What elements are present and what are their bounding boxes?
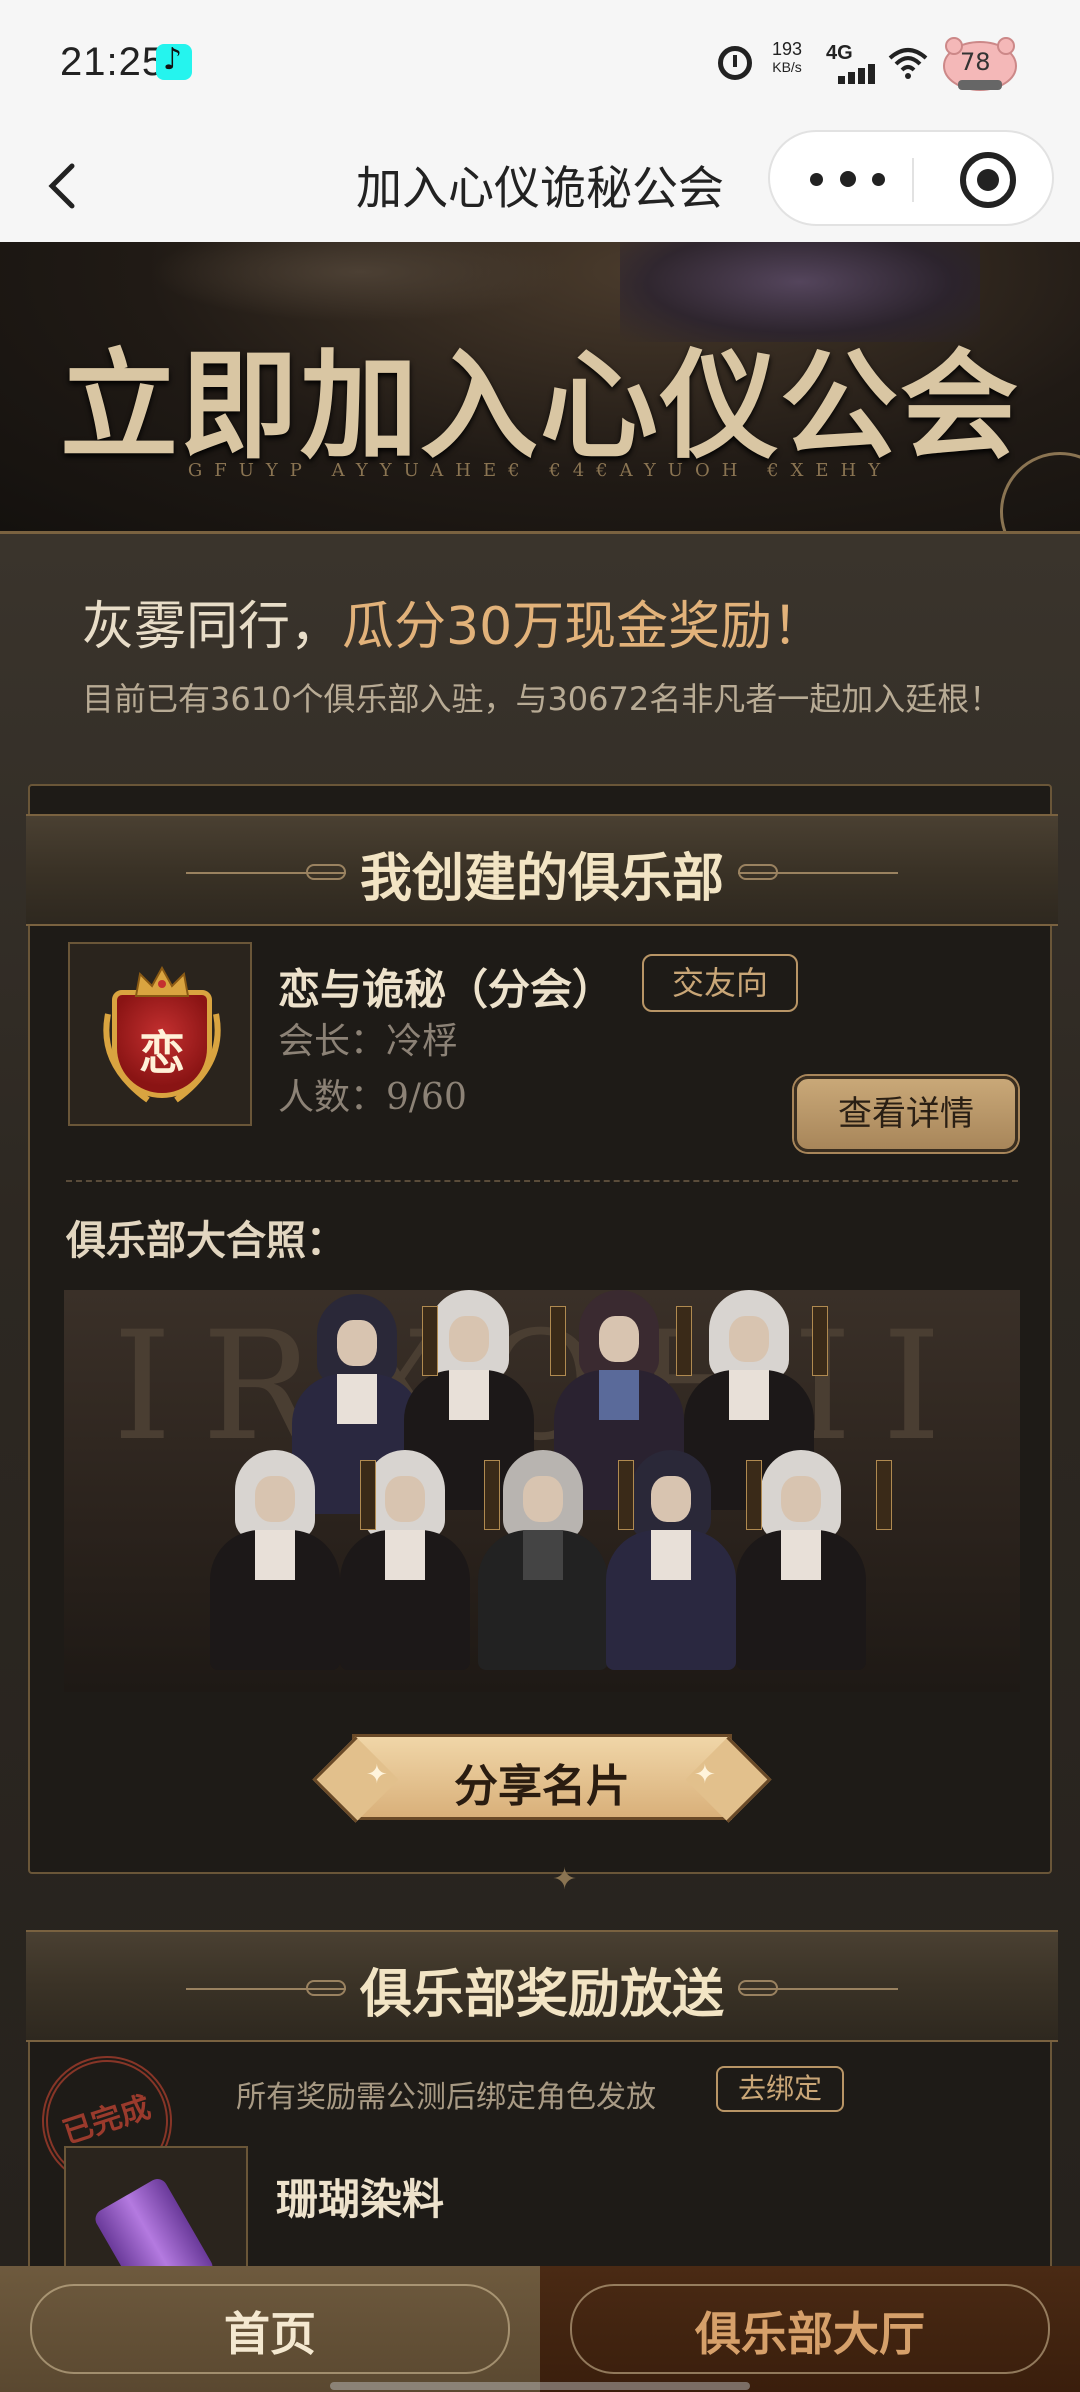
network-speed-unit: KB/s <box>772 59 802 75</box>
club-badge: 恋 <box>68 942 252 1126</box>
tab-club-hall-label: 俱乐部大厅 <box>695 2307 925 2361</box>
club-name: 恋与诡秘（分会） <box>278 965 615 1014</box>
header-deco-line <box>738 872 898 874</box>
divider <box>66 1180 1018 1182</box>
slogan-prefix: 灰雾同行， <box>82 597 343 657</box>
bottom-tab-bar: 首页 俱乐部大厅 <box>0 2266 1080 2392</box>
slogan: 灰雾同行，瓜分30万现金奖励！ <box>82 584 824 659</box>
alarm-icon <box>718 46 752 80</box>
more-icon[interactable] <box>810 170 890 190</box>
name-tag <box>484 1460 500 1530</box>
club-shield: 恋 <box>112 990 212 1098</box>
view-details-button[interactable]: 查看详情 <box>794 1076 1018 1152</box>
share-card-label: 分享名片 <box>454 1761 630 1812</box>
tab-club-hall[interactable]: 俱乐部大厅 <box>540 2266 1080 2392</box>
name-tag <box>676 1306 692 1376</box>
network-speed-value: 193 <box>772 39 803 59</box>
mini-program-capsule <box>768 130 1054 226</box>
name-tag <box>360 1460 376 1530</box>
name-tag <box>876 1460 892 1530</box>
name-tag <box>422 1306 438 1376</box>
network-speed: 193 KB/s <box>772 38 802 74</box>
character <box>210 1450 340 1670</box>
close-target-icon[interactable] <box>960 152 1016 208</box>
stats-line: 目前已有3610个俱乐部入驻，与30672名非凡者一起加入廷根！ <box>82 680 1002 718</box>
tab-home-label: 首页 <box>224 2307 316 2361</box>
hero-title: 立即加入心仪公会 <box>59 336 1020 475</box>
name-tag <box>550 1306 566 1376</box>
slogan-highlight: 瓜分30万现金奖励！ <box>342 597 825 657</box>
battery-level: 78 <box>960 48 991 76</box>
home-indicator[interactable] <box>330 2382 750 2390</box>
my-club-header: 我创建的俱乐部 <box>26 814 1058 926</box>
tiktok-icon <box>156 42 192 80</box>
name-tag <box>746 1460 762 1530</box>
share-card-button[interactable]: ✦ ✦ 分享名片 <box>332 1734 752 1820</box>
nav-bar: 加入心仪诡秘公会 <box>0 130 1080 242</box>
my-club-title: 我创建的俱乐部 <box>359 849 724 909</box>
name-tag <box>618 1460 634 1530</box>
bind-role-button[interactable]: 去绑定 <box>716 2066 844 2112</box>
status-time: 21:25 <box>60 40 166 84</box>
badge-char: 恋 <box>139 1026 185 1080</box>
status-bar: 21:25 193 KB/s 4G 78 <box>0 0 1080 130</box>
wifi-icon <box>888 48 928 79</box>
capsule-divider <box>912 158 914 202</box>
group-photo: IRXOHII <box>64 1290 1020 1692</box>
battery-icon: 78 <box>940 34 1020 94</box>
group-photo-label: 俱乐部大合照： <box>66 1218 346 1264</box>
header-deco-line <box>738 1988 898 1990</box>
rewards-header: 俱乐部奖励放送 <box>26 1930 1058 2042</box>
my-club-card: 我创建的俱乐部 恋 恋与诡秘（分会） 交友向 会长：冷桴 人数：9/60 查看详… <box>26 784 1058 1874</box>
signal-icon <box>838 62 878 84</box>
rewards-section: 俱乐部奖励放送 所有奖励需公测后绑定角色发放 去绑定 已完成 珊瑚染料 <box>25 1930 1058 2311</box>
rewards-title: 俱乐部奖励放送 <box>359 1965 724 2025</box>
photo-bg-text: IRXOHII <box>112 1300 972 1474</box>
tab-home[interactable]: 首页 <box>0 2266 540 2392</box>
divider-star-icon: ✦ <box>552 1862 578 1897</box>
club-tag: 交友向 <box>642 954 798 1012</box>
hero-subtitle: GFUYP AYYUAHE€ €4€AYUOH €XEHY <box>187 460 893 481</box>
reward-note: 所有奖励需公测后绑定角色发放 <box>236 2080 656 2115</box>
name-tag <box>812 1306 828 1376</box>
club-leader: 会长：冷桴 <box>278 1021 459 1062</box>
club-members: 人数：9/60 <box>278 1077 467 1118</box>
reward-item-name: 珊瑚染料 <box>276 2175 445 2224</box>
hero-banner: 立即加入心仪公会 GFUYP AYYUAHE€ €4€AYUOH €XEHY <box>0 242 1080 534</box>
main-content: 灰雾同行，瓜分30万现金奖励！ 目前已有3610个俱乐部入驻，与30672名非凡… <box>0 534 1080 2311</box>
crown-icon <box>134 966 190 997</box>
